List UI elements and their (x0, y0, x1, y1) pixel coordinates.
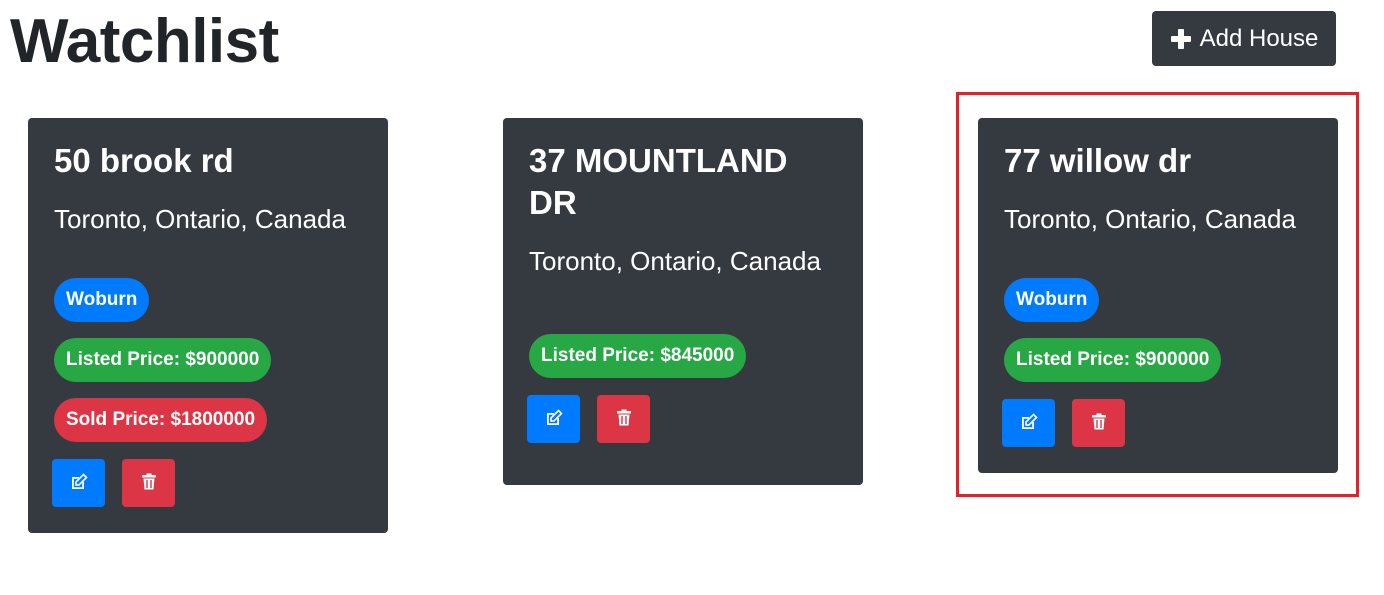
card-actions (1002, 399, 1312, 447)
neighbourhood-badge: Woburn (54, 278, 150, 322)
plus-icon (1170, 28, 1192, 50)
neighbourhood-badge: Woburn (1004, 278, 1100, 322)
badge-group: Listed Price: $845000 (529, 334, 837, 378)
house-card: 37 MOUNTLAND DR Toronto, Ontario, Canada… (503, 118, 863, 485)
listed-price-badge: Listed Price: $900000 (1004, 338, 1222, 382)
card-actions (527, 395, 837, 443)
delete-button[interactable] (1072, 399, 1125, 447)
card-actions (52, 459, 362, 507)
listed-price-badge: Listed Price: $845000 (529, 334, 747, 378)
edit-button[interactable] (52, 459, 105, 507)
badge-group: Woburn Listed Price: $900000 (1004, 278, 1312, 382)
delete-button[interactable] (597, 395, 650, 443)
edit-button[interactable] (1002, 399, 1055, 447)
page-title: Watchlist (10, 7, 279, 76)
house-card: 77 willow dr Toronto, Ontario, Canada Wo… (978, 118, 1338, 473)
sold-price-badge: Sold Price: $1800000 (54, 398, 268, 442)
trash-icon (139, 472, 159, 495)
edit-icon (69, 472, 89, 495)
add-house-label: Add House (1199, 24, 1319, 52)
house-location: Toronto, Ontario, Canada (1004, 204, 1296, 234)
delete-button[interactable] (122, 459, 175, 507)
house-card: 50 brook rd Toronto, Ontario, Canada Wob… (28, 118, 388, 533)
listed-price-badge: Listed Price: $900000 (54, 338, 272, 382)
edit-button[interactable] (527, 395, 580, 443)
edit-icon (1019, 412, 1039, 435)
add-house-button[interactable]: Add House (1152, 11, 1336, 66)
house-address: 77 willow dr (1004, 142, 1192, 179)
watchlist-page: Watchlist Add House 50 brook rd Toronto,… (0, 0, 1384, 595)
house-location: Toronto, Ontario, Canada (529, 246, 821, 276)
badge-group: Woburn Listed Price: $900000 Sold Price:… (54, 278, 362, 442)
house-location: Toronto, Ontario, Canada (54, 204, 346, 234)
edit-icon (544, 408, 564, 431)
trash-icon (614, 408, 634, 431)
house-address: 37 MOUNTLAND DR (529, 142, 788, 221)
house-address: 50 brook rd (54, 142, 234, 179)
trash-icon (1089, 412, 1109, 435)
